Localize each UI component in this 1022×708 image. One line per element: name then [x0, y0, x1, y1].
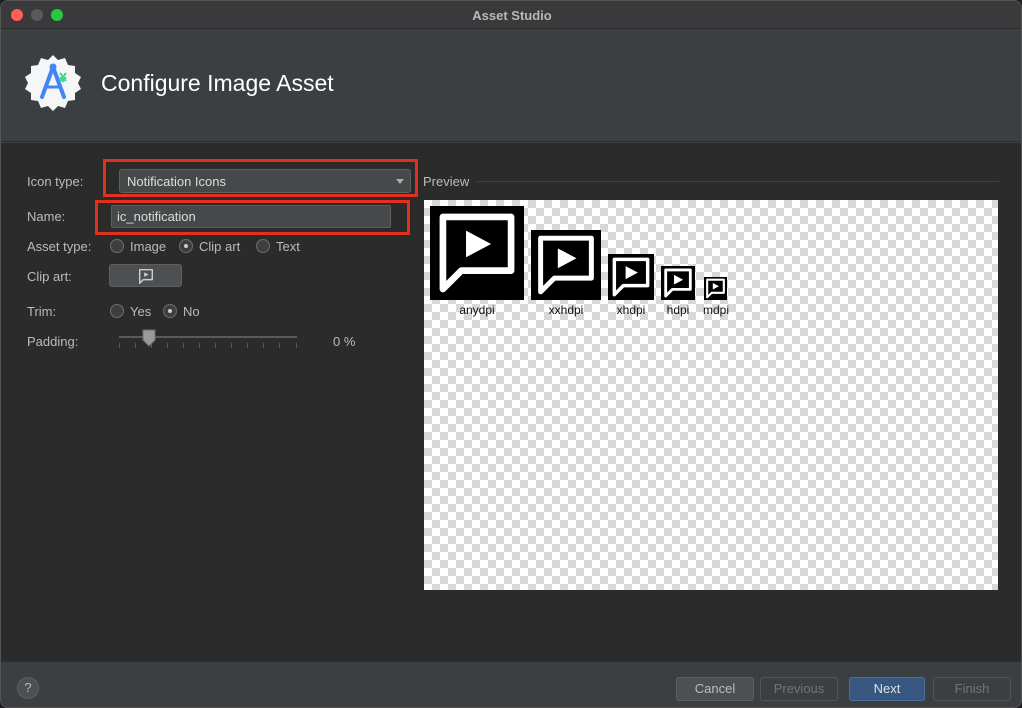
slideshow-icon [612, 257, 650, 297]
preview-icon-hdpi [661, 266, 695, 300]
trim-no-radio[interactable] [163, 304, 177, 318]
density-label-anydpi: anydpi [459, 303, 495, 317]
slideshow-icon [538, 235, 594, 295]
name-highlight-box [95, 200, 410, 235]
density-label-hdpi: hdpi [666, 303, 690, 317]
padding-slider-thumb[interactable] [142, 329, 156, 347]
trim-label: Trim: [27, 304, 57, 319]
icon-type-label: Icon type: [27, 174, 84, 189]
slideshow-icon [138, 268, 154, 284]
slideshow-icon [706, 278, 725, 299]
asset-type-text-label: Text [276, 239, 300, 254]
density-label-mdpi: mdpi [702, 303, 729, 317]
asset-type-image-radio[interactable] [110, 239, 124, 253]
preview-icon-xxhdpi [531, 230, 601, 300]
preview-label: Preview [423, 174, 470, 189]
previous-button[interactable]: Previous [760, 677, 838, 701]
asset-type-clipart-label: Clip art [199, 239, 241, 254]
preview-separator [477, 181, 999, 182]
slideshow-icon [439, 213, 515, 293]
clip-art-button[interactable] [109, 264, 182, 287]
title-bar: Asset Studio [1, 1, 1021, 29]
trim-yes-label: Yes [130, 304, 152, 319]
padding-value: 0 % [333, 334, 356, 349]
preview-icon-mdpi [704, 277, 727, 300]
asset-type-label: Asset type: [27, 239, 92, 254]
asset-type-clipart-radio[interactable] [179, 239, 193, 253]
wizard-body: Icon type: Notification Icons Name: Asse… [1, 143, 1021, 661]
android-studio-logo-icon [23, 53, 83, 113]
help-button[interactable]: ? [17, 677, 39, 699]
page-title: Configure Image Asset [101, 70, 334, 96]
preview-icon-xhdpi [608, 254, 654, 300]
wizard-footer: ? Cancel Previous Next Finish [1, 661, 1021, 707]
next-button[interactable]: Next [849, 677, 925, 701]
icon-type-highlight-box [103, 159, 418, 197]
wizard-header: Configure Image Asset [1, 29, 1021, 142]
asset-studio-window: Asset Studio Configure Image Asset Icon … [0, 0, 1022, 708]
preview-icon-anydpi [430, 206, 524, 300]
slideshow-icon [664, 268, 692, 298]
trim-no-label: No [183, 304, 200, 319]
density-label-xhdpi: xhdpi [616, 303, 646, 317]
name-label: Name: [27, 209, 66, 224]
preview-canvas: anydpi xxhdpi xhdpi hdpi mdpi [424, 200, 998, 590]
asset-type-text-radio[interactable] [256, 239, 270, 253]
finish-button[interactable]: Finish [933, 677, 1011, 701]
window-title: Asset Studio [472, 8, 552, 23]
cancel-button[interactable]: Cancel [676, 677, 754, 701]
clip-art-label: Clip art: [27, 269, 72, 284]
density-label-xxhdpi: xxhdpi [548, 303, 584, 317]
padding-label: Padding: [27, 334, 79, 349]
asset-type-image-label: Image [130, 239, 167, 254]
trim-yes-radio[interactable] [110, 304, 124, 318]
